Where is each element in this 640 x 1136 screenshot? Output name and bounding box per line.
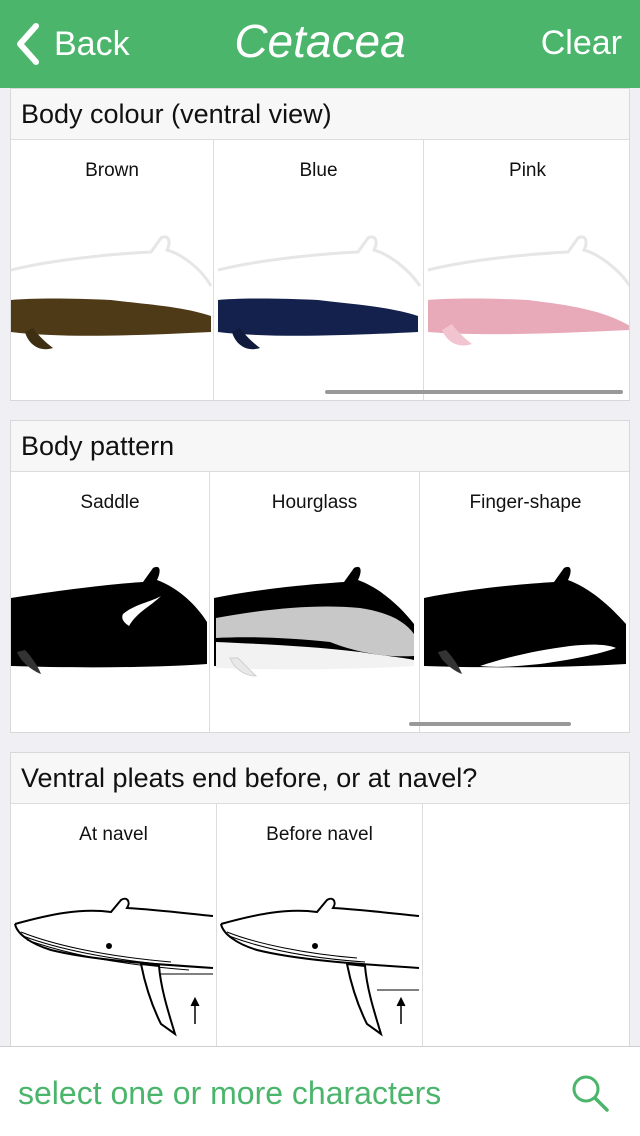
option-label: At navel — [79, 824, 148, 845]
clear-button[interactable]: Clear — [541, 24, 622, 63]
search-bar — [0, 1046, 640, 1136]
back-label: Back — [54, 24, 130, 63]
option-saddle[interactable]: Saddle — [11, 472, 210, 732]
option-carousel[interactable]: At navel Before navel — [11, 804, 629, 1064]
search-input[interactable] — [16, 1069, 540, 1117]
section-ventral-pleats: Ventral pleats end before, or at navel? … — [10, 752, 630, 1065]
option-before-navel[interactable]: Before navel — [217, 804, 423, 1064]
section-header: Body colour (ventral view) — [11, 89, 629, 140]
option-carousel[interactable]: Brown Blue Pink — [11, 140, 629, 400]
whale-finger-shape-illustration — [424, 566, 626, 674]
section-body-pattern: Body pattern Saddle Hourglass Finger-sha… — [10, 420, 630, 733]
option-label: Blue — [299, 160, 338, 181]
option-label: Finger-shape — [469, 492, 582, 513]
whale-blue-illustration — [217, 235, 422, 350]
whale-pleats-at-navel-illustration — [14, 897, 214, 1037]
whale-brown-illustration — [11, 235, 213, 350]
whale-hourglass-illustration — [214, 566, 414, 677]
whale-saddle-illustration — [11, 566, 207, 674]
navigation-bar: Back Cetacea Clear — [0, 0, 640, 88]
chevron-left-icon — [17, 23, 39, 65]
search-icon[interactable] — [570, 1073, 610, 1113]
option-finger-shape[interactable]: Finger-shape — [420, 472, 629, 732]
option-label: Hourglass — [271, 492, 358, 513]
option-blue[interactable]: Blue — [214, 140, 424, 400]
back-button[interactable]: Back — [14, 20, 130, 68]
option-label: Brown — [85, 160, 139, 181]
page-title: Cetacea — [234, 15, 406, 67]
whale-pleats-before-navel-illustration — [220, 897, 420, 1037]
horizontal-scroll-indicator[interactable] — [409, 722, 571, 726]
section-body-colour: Body colour (ventral view) Brown Blue Pi… — [10, 88, 630, 401]
horizontal-scroll-indicator[interactable] — [325, 390, 623, 394]
option-brown[interactable]: Brown — [11, 140, 214, 400]
option-label: Pink — [509, 160, 546, 181]
section-header: Body pattern — [11, 421, 629, 472]
whale-pink-illustration — [427, 235, 629, 346]
option-label: Before navel — [266, 824, 373, 845]
option-hourglass[interactable]: Hourglass — [210, 472, 420, 732]
option-at-navel[interactable]: At navel — [11, 804, 217, 1064]
option-carousel[interactable]: Saddle Hourglass Finger-shape — [11, 472, 629, 732]
option-label: Saddle — [80, 492, 140, 513]
option-pink[interactable]: Pink — [424, 140, 629, 400]
section-header: Ventral pleats end before, or at navel? — [11, 753, 629, 804]
